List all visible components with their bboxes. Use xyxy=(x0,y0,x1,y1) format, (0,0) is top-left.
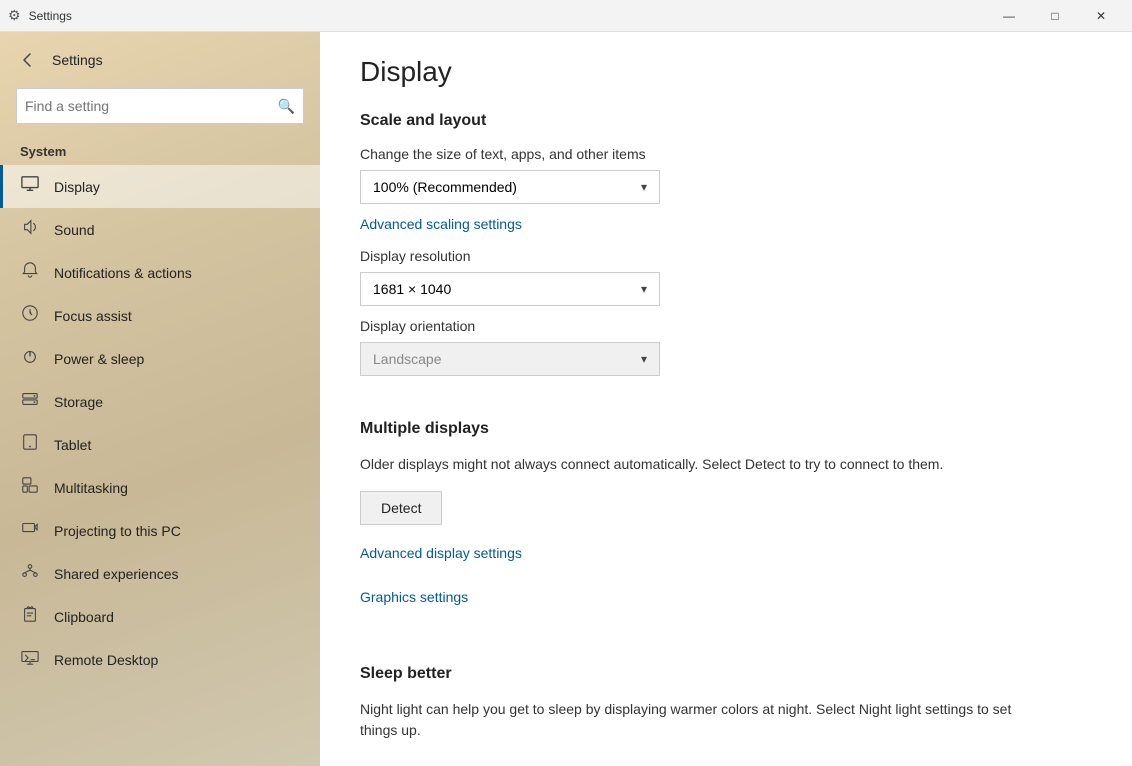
sidebar-item-power[interactable]: Power & sleep xyxy=(0,337,320,380)
resolution-label: Display resolution xyxy=(360,248,1084,264)
sidebar-item-clipboard[interactable]: Clipboard xyxy=(0,595,320,638)
clipboard-icon xyxy=(20,605,40,628)
detect-button[interactable]: Detect xyxy=(360,491,442,525)
search-box[interactable]: 🔍 xyxy=(16,88,304,124)
multitasking-icon xyxy=(20,476,40,499)
sidebar-item-tablet[interactable]: Tablet xyxy=(0,423,320,466)
tablet-icon xyxy=(20,433,40,456)
app-title: Settings xyxy=(29,9,72,23)
storage-icon xyxy=(20,390,40,413)
scale-dropdown-value: 100% (Recommended) xyxy=(373,179,517,195)
advanced-scaling-link[interactable]: Advanced scaling settings xyxy=(360,216,522,232)
orientation-dropdown-value: Landscape xyxy=(373,351,442,367)
sidebar-item-display-label: Display xyxy=(54,179,100,195)
orientation-label: Display orientation xyxy=(360,318,1084,334)
projecting-icon xyxy=(20,519,40,542)
scale-dropdown-arrow: ▾ xyxy=(641,180,647,194)
display-icon xyxy=(20,175,40,198)
sidebar-item-shared-label: Shared experiences xyxy=(54,566,179,582)
notifications-icon xyxy=(20,261,40,284)
sleep-better-title: Sleep better xyxy=(360,665,1084,683)
scale-layout-title: Scale and layout xyxy=(360,112,1084,130)
sidebar-item-sound[interactable]: Sound xyxy=(0,208,320,251)
page-title: Display xyxy=(360,56,1084,88)
orientation-dropdown-arrow: ▾ xyxy=(641,352,647,366)
sidebar-item-focus-label: Focus assist xyxy=(54,308,132,324)
sidebar-item-multitasking-label: Multitasking xyxy=(54,480,128,496)
close-button[interactable]: ✕ xyxy=(1078,0,1124,32)
sidebar-item-multitasking[interactable]: Multitasking xyxy=(0,466,320,509)
scale-setting-label: Change the size of text, apps, and other… xyxy=(360,146,1084,162)
multiple-displays-description: Older displays might not always connect … xyxy=(360,454,1040,475)
resolution-dropdown[interactable]: 1681 × 1040 ▾ xyxy=(360,272,660,306)
window-controls: — □ ✕ xyxy=(986,0,1124,32)
app-body: Settings 🔍 System Display Sound Notif xyxy=(0,32,1132,766)
maximize-button[interactable]: □ xyxy=(1032,0,1078,32)
sidebar-item-notifications-label: Notifications & actions xyxy=(54,265,192,281)
remote-icon xyxy=(20,648,40,671)
focus-icon xyxy=(20,304,40,327)
advanced-display-link[interactable]: Advanced display settings xyxy=(360,545,522,561)
shared-icon xyxy=(20,562,40,585)
sidebar-item-projecting-label: Projecting to this PC xyxy=(54,523,181,539)
sidebar-item-remote[interactable]: Remote Desktop xyxy=(0,638,320,681)
multiple-displays-section: Multiple displays Older displays might n… xyxy=(360,420,1084,621)
sidebar-item-projecting[interactable]: Projecting to this PC xyxy=(0,509,320,552)
sound-icon xyxy=(20,218,40,241)
orientation-dropdown[interactable]: Landscape ▾ xyxy=(360,342,660,376)
sidebar-item-remote-label: Remote Desktop xyxy=(54,652,158,668)
search-input[interactable] xyxy=(25,98,278,114)
sidebar-item-sound-label: Sound xyxy=(54,222,94,238)
sidebar-header: Settings xyxy=(0,32,320,80)
sidebar-item-storage-label: Storage xyxy=(54,394,103,410)
sidebar-item-power-label: Power & sleep xyxy=(54,351,144,367)
scale-dropdown[interactable]: 100% (Recommended) ▾ xyxy=(360,170,660,204)
sidebar-item-shared[interactable]: Shared experiences xyxy=(0,552,320,595)
resolution-dropdown-value: 1681 × 1040 xyxy=(373,281,451,297)
sleep-better-section: Sleep better Night light can help you ge… xyxy=(360,665,1084,741)
graphics-settings-link[interactable]: Graphics settings xyxy=(360,589,468,605)
sleep-better-description: Night light can help you get to sleep by… xyxy=(360,699,1040,741)
sidebar: Settings 🔍 System Display Sound Notif xyxy=(0,32,320,766)
sidebar-section-label: System xyxy=(0,136,320,165)
scale-layout-section: Scale and layout Change the size of text… xyxy=(360,112,1084,376)
sidebar-item-storage[interactable]: Storage xyxy=(0,380,320,423)
title-bar: ⚙ Settings — □ ✕ xyxy=(0,0,1132,32)
sidebar-title: Settings xyxy=(52,52,103,68)
multiple-displays-title: Multiple displays xyxy=(360,420,1084,438)
minimize-button[interactable]: — xyxy=(986,0,1032,32)
back-button[interactable] xyxy=(16,48,40,72)
main-content: Display Scale and layout Change the size… xyxy=(320,32,1132,766)
search-icon: 🔍 xyxy=(278,98,295,115)
sidebar-item-clipboard-label: Clipboard xyxy=(54,609,114,625)
sidebar-item-display[interactable]: Display xyxy=(0,165,320,208)
sidebar-item-tablet-label: Tablet xyxy=(54,437,91,453)
power-icon xyxy=(20,347,40,370)
sidebar-item-notifications[interactable]: Notifications & actions xyxy=(0,251,320,294)
resolution-dropdown-arrow: ▾ xyxy=(641,282,647,296)
sidebar-item-focus[interactable]: Focus assist xyxy=(0,294,320,337)
